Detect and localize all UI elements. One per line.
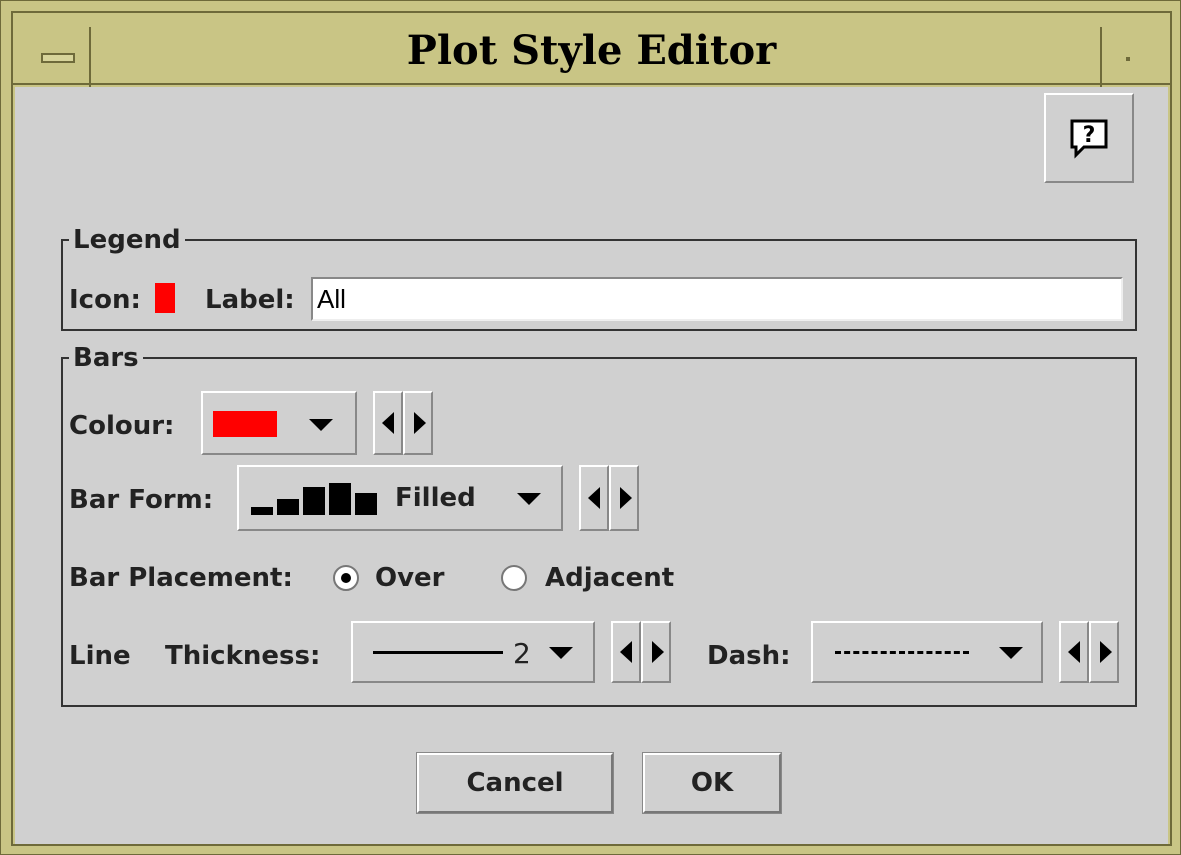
icon-label: Icon: <box>69 285 141 315</box>
bar-form-next-button[interactable] <box>609 465 639 531</box>
thickness-combo[interactable]: 2 <box>351 621 595 683</box>
bar-placement-label: Bar Placement: <box>69 563 293 593</box>
right-arrow-icon <box>414 412 426 434</box>
placement-adjacent-radio[interactable] <box>501 565 527 591</box>
radio-selected-dot <box>341 573 351 583</box>
thickness-next-button[interactable] <box>641 621 671 683</box>
legend-icon-swatch <box>155 283 175 313</box>
cancel-button[interactable]: Cancel <box>416 752 614 814</box>
colour-prev-button[interactable] <box>373 391 403 455</box>
maximize-icon <box>1126 57 1130 61</box>
label-input[interactable] <box>311 277 1123 321</box>
chevron-down-icon <box>549 647 573 659</box>
thickness-stepper[interactable] <box>611 621 677 683</box>
dialog-content: ? Legend Icon: Label: Bars Colour: <box>15 87 1168 844</box>
title-bar[interactable]: Plot Style Editor <box>13 13 1170 93</box>
right-arrow-icon <box>620 487 632 509</box>
colour-stepper[interactable] <box>373 391 439 455</box>
dash-next-button[interactable] <box>1089 621 1119 683</box>
help-icon: ? <box>1070 119 1108 159</box>
colour-next-button[interactable] <box>403 391 433 455</box>
help-button[interactable]: ? <box>1044 93 1134 183</box>
placement-adjacent-label[interactable]: Adjacent <box>545 563 674 593</box>
thickness-label: Thickness: <box>165 641 321 671</box>
bars-group: Bars Colour: Bar Form: Filled Bar Placem… <box>61 343 1137 707</box>
maximize-button[interactable] <box>1100 27 1156 93</box>
dash-label: Dash: <box>707 641 791 671</box>
dash-combo[interactable] <box>811 621 1043 683</box>
dialog-window: Plot Style Editor ? Legend Icon: Label: … <box>0 0 1181 855</box>
colour-label: Colour: <box>69 411 175 441</box>
right-arrow-icon <box>1100 641 1112 663</box>
legend-group: Legend Icon: Label: <box>61 225 1137 331</box>
colour-combo[interactable] <box>201 391 357 455</box>
placement-over-label[interactable]: Over <box>375 563 445 593</box>
thickness-prev-button[interactable] <box>611 621 641 683</box>
window-title: Plot Style Editor <box>406 27 777 74</box>
bar-form-label: Bar Form: <box>69 485 214 515</box>
ok-button[interactable]: OK <box>642 752 782 814</box>
left-arrow-icon <box>1068 641 1080 663</box>
chevron-down-icon <box>309 419 333 431</box>
bar-form-icon <box>251 483 377 515</box>
placement-over-radio[interactable] <box>333 565 359 591</box>
dash-stepper[interactable] <box>1059 621 1125 683</box>
right-arrow-icon <box>652 641 664 663</box>
dash-sample-icon <box>835 651 969 654</box>
legend-group-title: Legend <box>69 225 185 255</box>
left-arrow-icon <box>382 412 394 434</box>
label-label: Label: <box>205 285 295 315</box>
bar-form-prev-button[interactable] <box>579 465 609 531</box>
line-sample-icon <box>373 651 503 654</box>
svg-text:?: ? <box>1083 123 1096 148</box>
chevron-down-icon <box>999 647 1023 659</box>
line-label: Line <box>69 641 131 671</box>
bar-form-combo[interactable]: Filled <box>237 465 563 531</box>
left-arrow-icon <box>620 641 632 663</box>
bars-group-title: Bars <box>69 343 143 373</box>
colour-swatch <box>213 411 277 437</box>
bar-form-stepper[interactable] <box>579 465 645 531</box>
chevron-down-icon <box>517 493 541 505</box>
thickness-value: 2 <box>513 637 531 670</box>
bar-form-value: Filled <box>395 483 476 513</box>
left-arrow-icon <box>588 487 600 509</box>
dash-prev-button[interactable] <box>1059 621 1089 683</box>
